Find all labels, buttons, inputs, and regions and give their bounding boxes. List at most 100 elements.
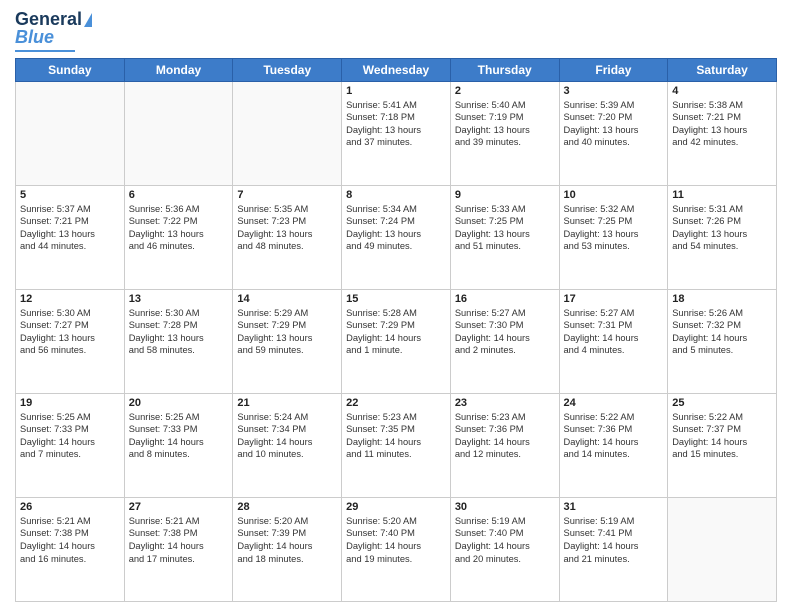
cell-details: Sunrise: 5:19 AMSunset: 7:41 PMDaylight:…	[564, 515, 664, 565]
calendar-cell	[668, 497, 777, 601]
cell-line: Sunrise: 5:30 AM	[20, 307, 120, 320]
cell-line: Daylight: 13 hours	[20, 332, 120, 345]
calendar-cell: 10 Sunrise: 5:32 AMSunset: 7:25 PMDayligh…	[559, 185, 668, 289]
cell-line: Sunrise: 5:33 AM	[455, 203, 555, 216]
cell-line: Sunset: 7:20 PM	[564, 111, 664, 124]
cell-line: Sunset: 7:33 PM	[20, 423, 120, 436]
day-number: 20	[129, 397, 229, 409]
calendar-cell: 11 Sunrise: 5:31 AMSunset: 7:26 PMDayligh…	[668, 185, 777, 289]
calendar-week-1: 1Sunrise: 5:41 AMSunset: 7:18 PMDaylight…	[16, 81, 777, 185]
cell-line: Daylight: 14 hours	[346, 436, 446, 449]
cell-line: Sunset: 7:40 PM	[455, 527, 555, 540]
calendar-cell: 9Sunrise: 5:33 AMSunset: 7:25 PMDaylight…	[450, 185, 559, 289]
cell-details: Sunrise: 5:22 AMSunset: 7:36 PMDaylight:…	[564, 411, 664, 461]
cell-line: Sunset: 7:31 PM	[564, 319, 664, 332]
calendar-week-4: 19Sunrise: 5:25 AMSunset: 7:33 PMDayligh…	[16, 393, 777, 497]
cell-line: Sunrise: 5:24 AM	[237, 411, 337, 424]
cell-line: Sunset: 7:38 PM	[20, 527, 120, 540]
cell-line: Sunset: 7:32 PM	[672, 319, 772, 332]
day-number: 19	[20, 397, 120, 409]
cell-details: Sunrise: 5:31 AMSunset: 7:26 PMDaylight:…	[672, 203, 772, 253]
cell-line: Sunrise: 5:30 AM	[129, 307, 229, 320]
calendar-cell: 20 Sunrise: 5:25 AMSunset: 7:33 PMDayligh…	[124, 393, 233, 497]
calendar-cell: 25Sunrise: 5:22 AMSunset: 7:37 PMDayligh…	[668, 393, 777, 497]
cell-line: and 10 minutes.	[237, 448, 337, 461]
cell-line: and 17 minutes.	[129, 553, 229, 566]
cell-line: Sunset: 7:29 PM	[346, 319, 446, 332]
calendar-cell: 17Sunrise: 5:27 AMSunset: 7:31 PMDayligh…	[559, 289, 668, 393]
cell-line: Sunrise: 5:25 AM	[129, 411, 229, 424]
cell-line: Daylight: 13 hours	[672, 228, 772, 241]
day-number: 11	[672, 189, 772, 201]
cell-line: Sunset: 7:39 PM	[237, 527, 337, 540]
calendar-cell: 12Sunrise: 5:30 AMSunset: 7:27 PMDayligh…	[16, 289, 125, 393]
cell-line: Sunrise: 5:39 AM	[564, 99, 664, 112]
day-number: 10	[564, 189, 664, 201]
cell-line: Sunrise: 5:36 AM	[129, 203, 229, 216]
cell-line: and 18 minutes.	[237, 553, 337, 566]
cell-line: and 39 minutes.	[455, 136, 555, 149]
cell-details: Sunrise: 5:27 AMSunset: 7:30 PMDaylight:…	[455, 307, 555, 357]
cell-line: Daylight: 13 hours	[346, 124, 446, 137]
cell-line: Sunset: 7:25 PM	[564, 215, 664, 228]
cell-line: Sunset: 7:24 PM	[346, 215, 446, 228]
calendar-header-row: SundayMondayTuesdayWednesdayThursdayFrid…	[16, 58, 777, 81]
calendar-cell: 15 Sunrise: 5:28 AMSunset: 7:29 PMDayligh…	[342, 289, 451, 393]
cell-details: Sunrise: 5:30 AMSunset: 7:28 PMDaylight:…	[129, 307, 229, 357]
cell-line: Daylight: 14 hours	[455, 436, 555, 449]
cell-line: and 56 minutes.	[20, 344, 120, 357]
day-number: 4	[672, 85, 772, 97]
cell-line: and 2 minutes.	[455, 344, 555, 357]
calendar-table: SundayMondayTuesdayWednesdayThursdayFrid…	[15, 58, 777, 602]
cell-line: Sunset: 7:25 PM	[455, 215, 555, 228]
cell-line: Sunrise: 5:27 AM	[564, 307, 664, 320]
col-header-thursday: Thursday	[450, 58, 559, 81]
calendar-cell: 1Sunrise: 5:41 AMSunset: 7:18 PMDaylight…	[342, 81, 451, 185]
cell-line: Sunset: 7:36 PM	[455, 423, 555, 436]
calendar-cell	[233, 81, 342, 185]
cell-line: Daylight: 13 hours	[346, 228, 446, 241]
cell-line: and 46 minutes.	[129, 240, 229, 253]
cell-line: and 5 minutes.	[672, 344, 772, 357]
cell-details: Sunrise: 5:25 AMSunset: 7:33 PMDaylight:…	[129, 411, 229, 461]
cell-line: Sunrise: 5:34 AM	[346, 203, 446, 216]
cell-line: Sunrise: 5:20 AM	[346, 515, 446, 528]
cell-line: and 15 minutes.	[672, 448, 772, 461]
cell-line: Sunset: 7:36 PM	[564, 423, 664, 436]
cell-details: Sunrise: 5:21 AMSunset: 7:38 PMDaylight:…	[20, 515, 120, 565]
cell-details: Sunrise: 5:22 AMSunset: 7:37 PMDaylight:…	[672, 411, 772, 461]
col-header-friday: Friday	[559, 58, 668, 81]
cell-line: Daylight: 13 hours	[455, 124, 555, 137]
cell-details: Sunrise: 5:28 AMSunset: 7:29 PMDaylight:…	[346, 307, 446, 357]
cell-line: Daylight: 14 hours	[237, 436, 337, 449]
day-number: 23	[455, 397, 555, 409]
cell-line: Sunset: 7:34 PM	[237, 423, 337, 436]
cell-line: Sunrise: 5:32 AM	[564, 203, 664, 216]
day-number: 22	[346, 397, 446, 409]
day-number: 3	[564, 85, 664, 97]
cell-line: and 44 minutes.	[20, 240, 120, 253]
day-number: 15	[346, 293, 446, 305]
cell-line: Sunrise: 5:20 AM	[237, 515, 337, 528]
cell-line: Sunrise: 5:19 AM	[455, 515, 555, 528]
day-number: 1	[346, 85, 446, 97]
day-number: 7	[237, 189, 337, 201]
calendar-cell: 16Sunrise: 5:27 AMSunset: 7:30 PMDayligh…	[450, 289, 559, 393]
calendar-cell: 22Sunrise: 5:23 AMSunset: 7:35 PMDayligh…	[342, 393, 451, 497]
day-number: 30	[455, 501, 555, 513]
cell-line: and 19 minutes.	[346, 553, 446, 566]
day-number: 6	[129, 189, 229, 201]
col-header-sunday: Sunday	[16, 58, 125, 81]
cell-details: Sunrise: 5:36 AMSunset: 7:22 PMDaylight:…	[129, 203, 229, 253]
calendar-cell: 29Sunrise: 5:20 AMSunset: 7:40 PMDayligh…	[342, 497, 451, 601]
cell-details: Sunrise: 5:32 AMSunset: 7:25 PMDaylight:…	[564, 203, 664, 253]
cell-line: and 16 minutes.	[20, 553, 120, 566]
cell-line: Sunrise: 5:37 AM	[20, 203, 120, 216]
calendar-cell	[124, 81, 233, 185]
cell-line: Daylight: 13 hours	[20, 228, 120, 241]
cell-line: and 11 minutes.	[346, 448, 446, 461]
cell-details: Sunrise: 5:33 AMSunset: 7:25 PMDaylight:…	[455, 203, 555, 253]
cell-line: and 4 minutes.	[564, 344, 664, 357]
cell-line: Sunrise: 5:28 AM	[346, 307, 446, 320]
cell-line: Daylight: 13 hours	[237, 332, 337, 345]
